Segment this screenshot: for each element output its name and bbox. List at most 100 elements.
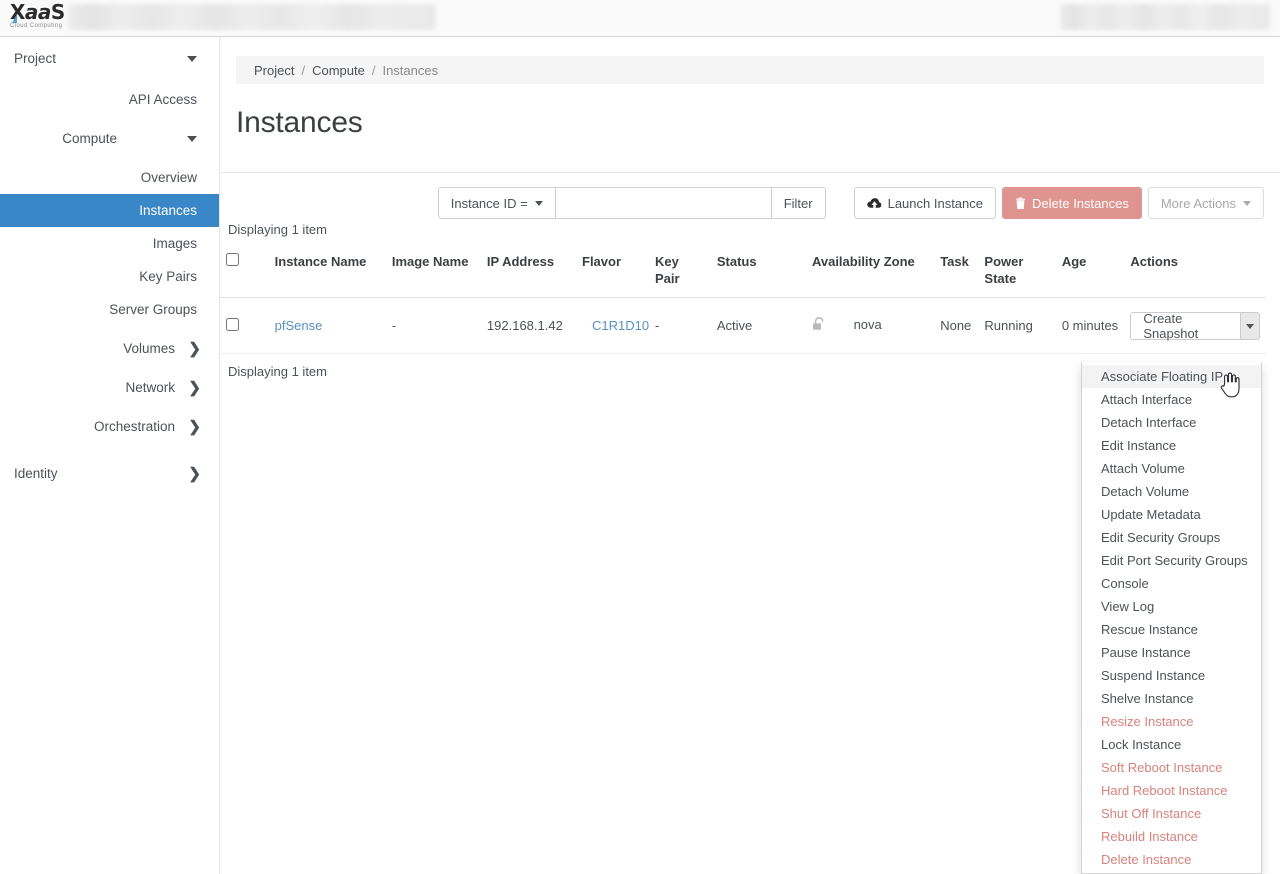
menu-item-hard-reboot-instance[interactable]: Hard Reboot Instance	[1082, 779, 1261, 802]
menu-item-associate-floating-ip[interactable]: Associate Floating IP	[1082, 365, 1261, 388]
instance-name-link[interactable]: pfSense	[275, 318, 323, 333]
menu-item-edit-port-security-groups[interactable]: Edit Port Security Groups	[1082, 549, 1261, 572]
sidebar-item-compute[interactable]: Compute	[0, 122, 219, 155]
chevron-right-icon: ❯	[188, 418, 201, 435]
cell-task: None	[934, 297, 979, 354]
sidebar-item-overview[interactable]: Overview	[0, 161, 219, 194]
row-select-cell	[220, 297, 269, 354]
trash-icon	[1015, 197, 1026, 209]
sidebar-item-label: Orchestration	[93, 419, 175, 434]
menu-item-suspend-instance[interactable]: Suspend Instance	[1082, 664, 1261, 687]
menu-item-rebuild-instance[interactable]: Rebuild Instance	[1082, 825, 1261, 848]
sidebar-item-label: Compute	[62, 131, 117, 146]
sidebar-item-identity[interactable]: Identity ❯	[0, 457, 219, 490]
row-actions-dropdown-toggle[interactable]	[1240, 312, 1260, 340]
sidebar-item-label: Overview	[140, 170, 197, 185]
brand-logo[interactable]: XaaS Cloud Computing	[10, 2, 68, 34]
page-title: Instances	[236, 106, 363, 139]
breadcrumb-link-project[interactable]: Project	[254, 63, 294, 78]
sidebar-item-api-access[interactable]: API Access	[0, 83, 219, 116]
sidebar-item-server-groups[interactable]: Server Groups	[0, 293, 219, 326]
cell-instance-name: pfSense	[268, 297, 386, 354]
menu-item-attach-volume[interactable]: Attach Volume	[1082, 457, 1261, 480]
sidebar-item-label: Key Pairs	[139, 269, 197, 284]
sidebar-item-network[interactable]: Network ❯	[0, 371, 219, 404]
sidebar-item-label: Images	[152, 236, 197, 251]
cell-key-pair: -	[648, 297, 711, 354]
cell-power-state: Running	[978, 297, 1056, 354]
launch-instance-button[interactable]: Launch Instance	[853, 187, 996, 219]
column-availability-zone[interactable]: Availability Zone	[805, 245, 935, 298]
column-instance-name[interactable]: Instance Name	[268, 245, 386, 298]
redacted-header-right	[1060, 4, 1270, 30]
menu-item-pause-instance[interactable]: Pause Instance	[1082, 641, 1261, 664]
table-row: pfSense - 192.168.1.42 C1R1D10 - Active	[220, 297, 1266, 354]
chevron-right-icon: ❯	[188, 465, 201, 482]
menu-item-rescue-instance[interactable]: Rescue Instance	[1082, 618, 1261, 641]
delete-instances-button[interactable]: Delete Instances	[1002, 187, 1142, 219]
availability-zone-value: nova	[853, 316, 882, 332]
breadcrumb-separator: /	[301, 62, 306, 78]
cell-image-name: -	[385, 297, 481, 354]
flavor-link[interactable]: C1R1D10	[592, 318, 649, 333]
column-status[interactable]: Status	[710, 245, 806, 298]
sidebar-navigation: Project API Access Compute Overview Inst…	[0, 37, 220, 874]
menu-item-soft-reboot-instance[interactable]: Soft Reboot Instance	[1082, 756, 1261, 779]
cell-flavor: C1R1D10	[576, 297, 649, 354]
column-age[interactable]: Age	[1055, 245, 1125, 298]
cell-ip-address: 192.168.1.42	[480, 297, 576, 354]
menu-item-detach-volume[interactable]: Detach Volume	[1082, 480, 1261, 503]
sidebar-item-label: Volumes	[123, 341, 175, 356]
create-snapshot-button[interactable]: Create Snapshot	[1130, 311, 1241, 341]
menu-item-attach-interface[interactable]: Attach Interface	[1082, 388, 1261, 411]
brand-mark-icon	[12, 14, 17, 23]
menu-item-detach-interface[interactable]: Detach Interface	[1082, 411, 1261, 434]
caret-down-icon	[534, 200, 543, 206]
sidebar-item-key-pairs[interactable]: Key Pairs	[0, 260, 219, 293]
table-toolbar: Instance ID = Filter Launch Instance Del…	[437, 187, 1264, 219]
column-image-name[interactable]: Image Name	[385, 245, 481, 298]
launch-instance-label: Launch Instance	[887, 195, 983, 211]
sidebar-item-images[interactable]: Images	[0, 227, 219, 260]
menu-item-edit-security-groups[interactable]: Edit Security Groups	[1082, 526, 1261, 549]
menu-item-shut-off-instance[interactable]: Shut Off Instance	[1082, 802, 1261, 825]
sidebar-item-project[interactable]: Project	[0, 42, 219, 75]
row-select-checkbox[interactable]	[226, 317, 239, 331]
chevron-right-icon: ❯	[188, 340, 201, 357]
sidebar-item-label: Instances	[139, 203, 197, 218]
filter-button[interactable]: Filter	[771, 187, 826, 219]
sidebar-item-label: API Access	[128, 92, 197, 107]
filter-field-label: Instance ID =	[450, 195, 528, 211]
column-flavor[interactable]: Flavor	[576, 245, 649, 298]
menu-item-shelve-instance[interactable]: Shelve Instance	[1082, 687, 1261, 710]
breadcrumb-separator: /	[371, 62, 376, 78]
select-all-checkbox[interactable]	[226, 253, 239, 266]
chevron-right-icon: ❯	[188, 379, 201, 396]
column-power-state[interactable]: Power State	[978, 245, 1056, 298]
column-task[interactable]: Task	[934, 245, 979, 298]
select-all-header	[220, 245, 269, 298]
sidebar-item-volumes[interactable]: Volumes ❯	[0, 332, 219, 365]
menu-item-edit-instance[interactable]: Edit Instance	[1082, 434, 1261, 457]
menu-item-delete-instance[interactable]: Delete Instance	[1082, 848, 1261, 871]
cell-status: Active	[710, 297, 806, 354]
breadcrumb-current: Instances	[382, 62, 439, 78]
filter-field-select[interactable]: Instance ID =	[437, 187, 556, 219]
search-input[interactable]	[555, 187, 772, 219]
menu-item-view-log[interactable]: View Log	[1082, 595, 1261, 618]
brand-wordmark: XaaS	[10, 0, 65, 24]
column-ip-address[interactable]: IP Address	[480, 245, 576, 298]
more-actions-button[interactable]: More Actions	[1147, 187, 1264, 219]
breadcrumb-link-compute[interactable]: Compute	[312, 63, 365, 78]
menu-item-console[interactable]: Console	[1082, 572, 1261, 595]
redacted-header-left	[68, 4, 436, 30]
result-count-top: Displaying 1 item	[228, 222, 327, 237]
menu-item-lock-instance[interactable]: Lock Instance	[1082, 733, 1261, 756]
row-actions-dropdown-menu: Associate Floating IP Attach Interface Det…	[1081, 362, 1262, 874]
menu-item-resize-instance[interactable]: Resize Instance	[1082, 710, 1261, 733]
column-key-pair[interactable]: Key Pair	[648, 245, 711, 298]
sidebar-item-label: Server Groups	[109, 302, 197, 317]
sidebar-item-instances[interactable]: Instances	[0, 194, 219, 227]
menu-item-update-metadata[interactable]: Update Metadata	[1082, 503, 1261, 526]
sidebar-item-orchestration[interactable]: Orchestration ❯	[0, 410, 219, 443]
